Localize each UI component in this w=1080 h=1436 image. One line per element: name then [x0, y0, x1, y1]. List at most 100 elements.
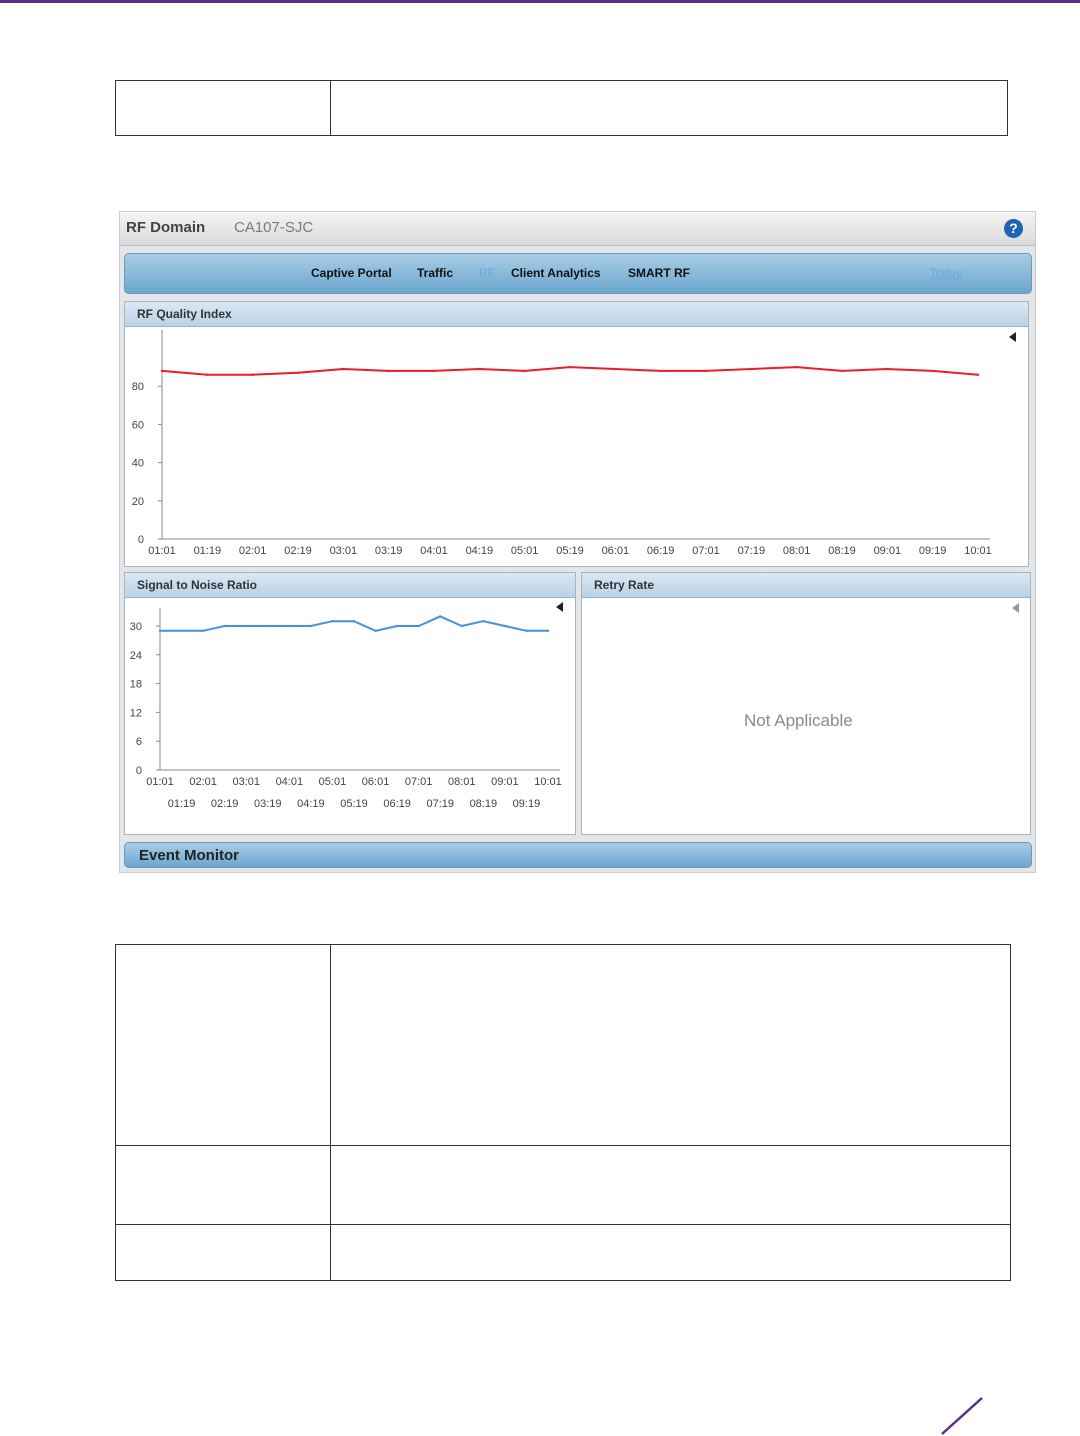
y-tick-label: 80 — [132, 381, 144, 393]
rf-domain-screenshot: RF Domain CA107-SJC ? Captive Portal Tra… — [119, 211, 1036, 873]
data-point — [976, 373, 980, 376]
y-tick-label: 40 — [132, 458, 144, 470]
x-tick-label: 09:01 — [491, 776, 519, 788]
data-point — [180, 629, 183, 632]
domain-name: CA107-SJC — [234, 219, 314, 236]
x-tick-label: 10:01 — [964, 545, 992, 557]
table-cell — [115, 1224, 331, 1281]
x-tick-label: 03:19 — [254, 798, 282, 810]
y-tick-label: 30 — [130, 621, 142, 633]
x-tick-label: 09:19 — [513, 798, 541, 810]
x-tick-label: 03:01 — [330, 545, 358, 557]
top-accent-rule — [0, 0, 1080, 3]
event-monitor-title: Event Monitor — [139, 847, 239, 864]
data-point — [266, 624, 269, 628]
table-cell — [330, 80, 1008, 136]
x-tick-label: 10:01 — [534, 776, 562, 788]
retry-rate-panel: Retry Rate Not Applicable — [581, 572, 1031, 835]
panel-title: Retry Rate — [594, 578, 655, 592]
tab-rf[interactable]: RF — [479, 266, 495, 280]
table-row — [115, 1224, 1011, 1281]
y-tick-label: 60 — [132, 419, 144, 431]
series-line — [160, 615, 548, 632]
x-tick-label: 09:19 — [919, 545, 947, 557]
data-point — [160, 369, 164, 373]
data-point — [201, 629, 205, 632]
event-monitor-bar[interactable]: Event Monitor — [124, 842, 1032, 868]
y-tick-label: 12 — [130, 707, 142, 719]
collapse-arrow-icon[interactable] — [1012, 603, 1019, 613]
x-tick-label: 08:01 — [448, 776, 476, 788]
data-point — [478, 367, 481, 371]
data-point — [309, 624, 313, 628]
data-point — [840, 369, 844, 373]
y-tick-label: 0 — [138, 534, 144, 546]
x-tick-label: 05:01 — [511, 545, 539, 557]
x-tick-label: 07:19 — [738, 545, 766, 557]
doc-table-top — [115, 80, 1008, 136]
data-point — [158, 629, 162, 632]
help-icon[interactable]: ? — [1004, 219, 1023, 238]
y-tick-label: 18 — [130, 679, 142, 691]
x-tick-label: 01:19 — [168, 798, 196, 810]
x-tick-label: 02:01 — [189, 776, 217, 788]
panel-title: RF Quality Index — [137, 307, 232, 321]
x-tick-label: 03:19 — [375, 545, 403, 557]
x-tick-label: 01:01 — [146, 776, 174, 788]
data-point — [614, 367, 617, 371]
data-point — [288, 624, 291, 628]
data-point — [750, 367, 753, 371]
data-point — [460, 624, 463, 628]
data-point — [331, 620, 334, 623]
data-point — [795, 365, 798, 369]
panel-header: Retry Rate — [582, 573, 1030, 598]
tab-traffic[interactable]: Traffic — [417, 266, 453, 280]
x-tick-label: 08:19 — [470, 798, 498, 810]
tab-bar: Captive Portal Traffic RF Client Analyti… — [124, 253, 1032, 294]
y-tick-label: 6 — [136, 736, 142, 748]
table-row — [115, 944, 1011, 1146]
x-tick-label: 06:01 — [362, 776, 390, 788]
data-point — [659, 369, 662, 373]
tab-captive-portal[interactable]: Captive Portal — [311, 266, 392, 280]
data-point — [886, 367, 889, 371]
not-applicable-message: Not Applicable — [744, 711, 853, 730]
table-cell — [330, 1145, 1011, 1225]
x-tick-label: 07:01 — [405, 776, 433, 788]
data-point — [206, 373, 209, 376]
x-tick-label: 04:19 — [297, 798, 325, 810]
data-point — [251, 373, 254, 376]
panel-header: Signal to Noise Ratio — [125, 573, 575, 598]
rf-quality-chart: 0 20 40 60 80 01:01 01:19 02:01 02:19 03:01 03:19 0… — [132, 330, 992, 557]
x-tick-label: 06:19 — [647, 545, 675, 557]
tab-client-analytics[interactable]: Client Analytics — [511, 266, 601, 280]
x-tick-label: 05:01 — [319, 776, 347, 788]
table-row — [115, 80, 1008, 136]
data-point — [374, 629, 377, 632]
x-tick-label: 01:01 — [148, 545, 176, 557]
snr-chart: 0 6 12 18 24 30 01:01 02:01 03:01 04:01 05:01 06:01… — [130, 608, 562, 810]
data-point — [704, 369, 708, 373]
data-point — [439, 615, 442, 618]
today-link[interactable]: Today — [930, 266, 962, 280]
table-cell — [115, 944, 331, 1146]
table-row — [115, 1145, 1011, 1225]
data-point — [245, 624, 248, 628]
table-cell — [330, 944, 1011, 1146]
data-point — [387, 369, 390, 373]
x-tick-label: 07:01 — [692, 545, 720, 557]
x-tick-label: 01:19 — [194, 545, 222, 557]
x-tick-label: 05:19 — [340, 798, 368, 810]
tab-smart-rf[interactable]: SMART RF — [628, 266, 690, 280]
x-tick-label: 08:19 — [828, 545, 856, 557]
panel-header: RF Quality Index — [125, 302, 1028, 327]
x-tick-label: 06:19 — [383, 798, 411, 810]
data-point — [432, 369, 436, 373]
data-point — [568, 365, 572, 369]
x-tick-label: 04:01 — [420, 545, 448, 557]
y-tick-label: 20 — [132, 496, 144, 508]
x-tick-label: 04:19 — [466, 545, 494, 557]
x-tick-label: 06:01 — [602, 545, 630, 557]
snr-panel: Signal to Noise Ratio 0 6 12 18 24 30 01:01 02:… — [124, 572, 576, 835]
x-tick-label: 05:19 — [556, 545, 584, 557]
